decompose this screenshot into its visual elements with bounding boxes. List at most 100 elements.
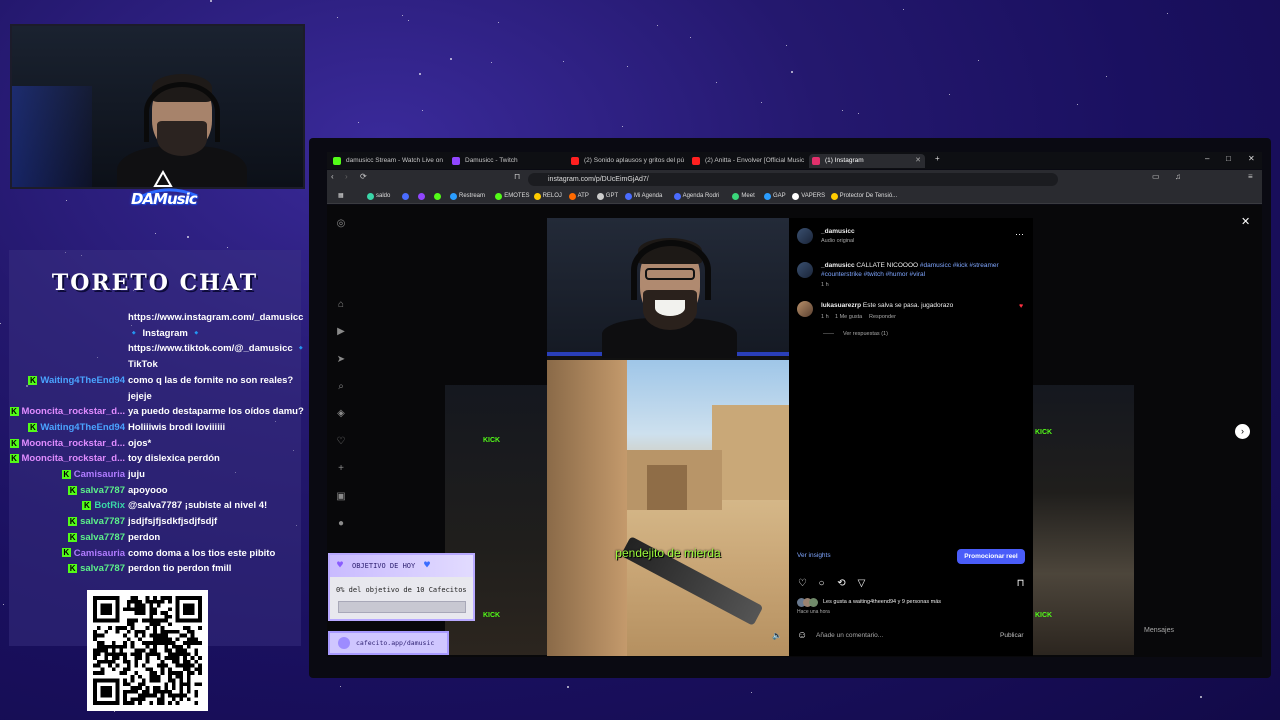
comment-username[interactable]: lukasuarezrp — [821, 302, 861, 309]
sidebar-icon[interactable]: ▭ — [1152, 172, 1160, 181]
view-replies-button[interactable]: Ver respuestas (1) — [843, 331, 888, 337]
share-icon[interactable]: ▽ — [856, 578, 867, 589]
home-icon[interactable]: ⌂ — [335, 299, 347, 311]
bookmark-item[interactable]: EMOTES — [495, 189, 530, 203]
browser-tab[interactable]: Damusicc - Twitch — [449, 154, 565, 168]
reel-video[interactable] — [547, 218, 789, 656]
maximize-icon[interactable]: □ — [1226, 154, 1231, 163]
browser-tab[interactable]: damusicc Stream - Watch Live on — [330, 154, 446, 168]
profile-icon[interactable]: ● — [335, 518, 347, 530]
bookmark-item[interactable]: Agenda Rodri — [673, 189, 719, 203]
goal-progress-bar — [338, 601, 466, 613]
comment-liked-heart-icon[interactable]: ♥ — [1019, 303, 1023, 310]
bookmark-icon[interactable]: ⊓ — [514, 172, 520, 181]
apps-icon[interactable]: ▦ — [329, 189, 344, 203]
chat-username[interactable]: K Camisauria — [61, 469, 125, 480]
chat-username[interactable]: K Waiting4TheEnd94 — [28, 422, 125, 433]
bookmark-item[interactable]: ATP — [568, 189, 589, 203]
create-icon[interactable]: + — [335, 463, 347, 475]
bookmark-item[interactable]: Restream — [450, 189, 485, 203]
chat-username-text: salva7787 — [80, 563, 125, 575]
bookmark-item[interactable]: GPT — [596, 189, 618, 203]
chat-message-text: apoyooo — [128, 484, 168, 496]
dashboard-icon[interactable]: ▣ — [335, 491, 347, 503]
publish-button[interactable]: Publicar — [1000, 632, 1023, 639]
chat-message-text: como q las de fornite no son reales? — [128, 374, 294, 386]
star — [1167, 13, 1168, 14]
chat-username[interactable]: K Mooncita_rockstar_d... — [9, 406, 125, 417]
instagram-logo-icon[interactable]: ◎ — [335, 218, 347, 230]
chat-username[interactable]: K Waiting4TheEnd94 — [28, 375, 125, 386]
heart-icon[interactable]: ♡ — [335, 436, 347, 448]
chat-username-text: BotRix — [94, 500, 125, 512]
explore-icon[interactable]: ◈ — [335, 408, 347, 420]
more-options-icon[interactable]: ⋯ — [1015, 229, 1024, 240]
chat-title: TORETO CHAT — [51, 270, 259, 296]
kick-badge-icon: K — [68, 485, 78, 495]
reload-icon[interactable]: ⟳ — [360, 172, 367, 181]
like-icon[interactable]: ♡ — [797, 578, 808, 589]
comment-icon[interactable]: ○ — [816, 578, 827, 589]
close-tab-icon[interactable]: ✕ — [915, 154, 921, 168]
caption-hashtags-2[interactable]: #counterstrike #twitch #humor #viral — [821, 271, 925, 278]
chat-username[interactable]: Ksalva7787 — [68, 516, 125, 527]
stream-chat-panel: TORETO CHAT https://www.instagram.com/_d… — [9, 250, 307, 646]
comment-reply-button[interactable]: Responder — [869, 314, 896, 320]
search-icon[interactable]: ⌕ — [335, 381, 347, 393]
chat-message-text: toy dislexica perdón — [128, 453, 220, 465]
tab-label: (2) Anitta - Envolver [Official Music V — [705, 157, 805, 164]
repost-icon[interactable]: ⟲ — [836, 578, 847, 589]
star — [210, 0, 212, 2]
comment-likes[interactable]: 1 Me gusta — [835, 314, 862, 320]
send-icon[interactable]: ➤ — [335, 354, 347, 366]
reels-icon[interactable]: ▶ — [335, 326, 347, 338]
chat-username[interactable]: K BotRix — [82, 500, 125, 511]
audio-label[interactable]: Audio original — [821, 238, 854, 244]
chat-username[interactable]: Ksalva7787 — [68, 485, 125, 496]
caption-hashtags-1[interactable]: #damusicc #kick #streamer — [920, 262, 999, 269]
back-icon[interactable]: ‹ — [331, 172, 334, 181]
bookmark-item[interactable]: Mi Agenda — [625, 189, 662, 203]
star — [419, 73, 421, 75]
bookmark-item[interactable]: RELOJ — [533, 189, 562, 203]
close-post-icon[interactable]: ✕ — [1241, 215, 1250, 228]
chat-username[interactable]: K Mooncita_rockstar_d... — [9, 438, 125, 449]
star — [690, 37, 691, 38]
caption-username[interactable]: _damusicc — [821, 262, 855, 269]
chat-username[interactable]: Ksalva7787 — [68, 532, 125, 543]
likes-summary[interactable]: Les gusta a waiting4theend94 y 9 persona… — [823, 599, 941, 605]
minimize-icon[interactable]: – — [1205, 154, 1209, 163]
commenter-avatar[interactable] — [797, 301, 813, 317]
mute-icon[interactable]: 🔈 — [772, 631, 782, 640]
bookmark-item[interactable]: VAPERS — [792, 189, 825, 203]
bookmark-item[interactable]: GAP — [764, 189, 786, 203]
new-tab-button[interactable]: + — [935, 154, 940, 163]
browser-tab[interactable]: (2) Anitta - Envolver [Official Music V — [689, 154, 805, 168]
forward-icon[interactable]: › — [345, 172, 348, 181]
post-username[interactable]: _damusicc — [821, 228, 855, 235]
emoji-icon[interactable]: ☺ — [797, 630, 807, 641]
close-window-icon[interactable]: ✕ — [1248, 154, 1255, 163]
browser-tab[interactable]: (1) Instagram ✕ — [809, 154, 925, 168]
bookmark-item[interactable]: Meet — [732, 189, 755, 203]
bookmark-item[interactable]: Protector De Tensió... — [830, 189, 897, 203]
cafecito-icon — [338, 637, 350, 649]
chat-username[interactable]: K Camisauria — [61, 548, 125, 559]
browser-tab[interactable]: (2) Sonido aplausos y gritos del públ — [568, 154, 684, 168]
chat-message-text: como doma a los tios este pibito — [128, 547, 276, 559]
address-bar[interactable]: instagram.com/p/DUcEimGjAd7/ — [528, 173, 1058, 186]
view-insights-link[interactable]: Ver insights — [797, 552, 831, 559]
add-comment-input[interactable]: Añade un comentario... — [816, 632, 883, 639]
purple-heart-icon: ♥ — [337, 560, 344, 571]
chat-message: K BotRix @salva7787 ¡subiste al nivel 4! — [9, 500, 301, 513]
next-post-icon[interactable]: › — [1235, 424, 1250, 439]
promote-reel-button[interactable]: Promocionar reel — [957, 549, 1025, 564]
chat-username[interactable]: Ksalva7787 — [68, 563, 125, 574]
media-icon[interactable]: ♫ — [1175, 172, 1181, 181]
save-icon[interactable]: ⊓ — [1015, 578, 1026, 589]
menu-icon[interactable]: ≡ — [1248, 172, 1253, 181]
author-avatar[interactable] — [797, 228, 813, 244]
bookmark-item[interactable]: saldo — [367, 189, 390, 203]
chat-username[interactable]: K Mooncita_rockstar_d... — [9, 453, 125, 464]
messages-label[interactable]: Mensajes — [1144, 627, 1174, 634]
